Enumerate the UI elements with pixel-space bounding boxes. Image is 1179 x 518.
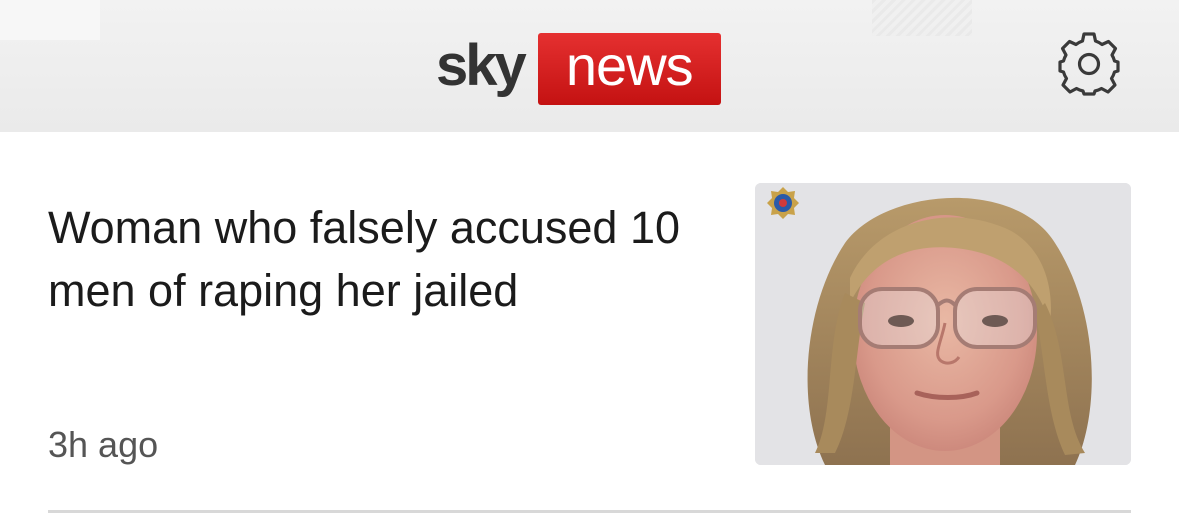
header-decoration <box>872 0 972 36</box>
settings-button[interactable] <box>1055 30 1123 98</box>
gear-icon <box>1058 32 1120 96</box>
sky-news-logo[interactable]: sky news <box>436 33 721 105</box>
police-badge-icon <box>767 187 799 219</box>
header-decoration <box>0 0 100 40</box>
list-divider <box>48 510 1131 513</box>
article-timestamp: 3h ago <box>48 424 159 465</box>
portrait-image <box>755 183 1131 465</box>
article-headline[interactable]: Woman who falsely accused 10 men of rapi… <box>48 196 708 322</box>
logo-news-text: news <box>537 33 721 105</box>
logo-sky-text: sky <box>436 33 527 98</box>
article-thumbnail[interactable] <box>755 183 1131 465</box>
article-card[interactable]: Woman who falsely accused 10 men of rapi… <box>0 132 1179 518</box>
app-header: sky news <box>0 0 1179 132</box>
